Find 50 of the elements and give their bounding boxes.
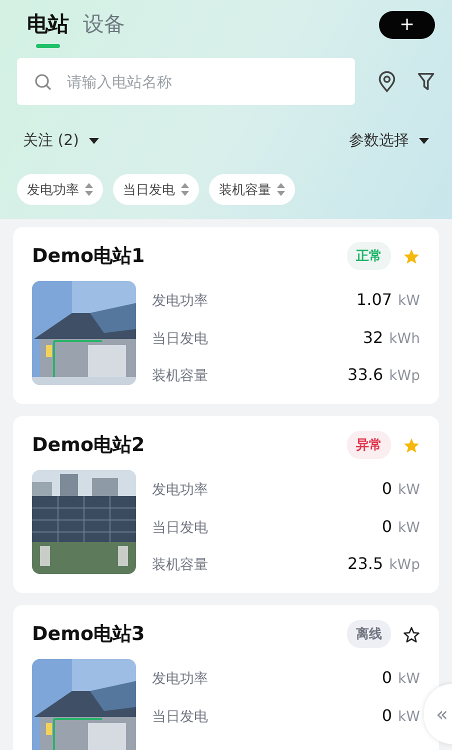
location-pin-icon[interactable] [377,70,397,94]
metric-value: 33.6 [348,365,384,384]
metric-unit: kW [398,671,420,687]
metric-value: 0 [382,706,392,724]
metric-unit: kWp [389,557,420,573]
caret-icon [89,138,100,144]
star-icon[interactable] [403,436,420,454]
star-outline-icon[interactable] [403,626,420,642]
search-icon [34,73,52,91]
metric-label: 装机容量 [152,367,208,385]
tab[interactable]: 电站 [27,8,69,48]
sort-chip[interactable]: 当日发电 [113,174,199,205]
metric-label: 发电功率 [152,292,208,310]
metric-label: 当日发电 [152,518,208,536]
status-badge: 异常 [347,431,391,459]
metric-value: 0 [382,668,392,687]
follow-dropdown[interactable]: 关注 (2) [23,131,100,150]
add-button[interactable]: + [379,11,435,39]
search-field[interactable]: 请输入电站名称 [17,58,355,105]
sort-icon [85,183,93,196]
metric-label: 当日发电 [152,330,208,348]
metric-value: 0 [382,516,392,536]
star-icon[interactable] [403,248,420,264]
metric-label: 发电功率 [152,670,208,688]
sort-chip[interactable]: 发电功率 [17,174,103,205]
parameter-dropdown[interactable]: 参数选择 [349,131,429,150]
metric-value: 23.5 [348,554,384,573]
filter-icon[interactable] [416,70,435,92]
station-name: Demo电站2 [32,433,146,458]
status-badge: 离线 [347,620,391,648]
metric-label: 当日发电 [152,708,208,726]
status-badge: 正常 [347,242,391,270]
metric-label: 装机容量 [152,556,208,574]
metric-label: 发电功率 [152,481,208,499]
sort-chip[interactable]: 装机容量 [209,174,295,205]
metric-value: 0 [382,479,392,498]
metric-unit: kW [398,708,420,724]
metric-unit: kWh [389,330,420,346]
metric-unit: kWp [389,368,420,384]
metric-value: 1.07 [356,290,392,309]
metric-unit: kW [398,293,420,309]
sort-icon [277,183,285,196]
station-name: Demo电站3 [32,622,146,647]
metric-unit: kW [398,482,420,498]
caret-icon [419,138,429,144]
metric-value: 32 [362,328,384,346]
metric-unit: kW [398,520,420,536]
station-name: Demo电站1 [32,244,146,269]
tab[interactable]: 设备 [83,8,125,48]
sort-icon [181,183,189,196]
